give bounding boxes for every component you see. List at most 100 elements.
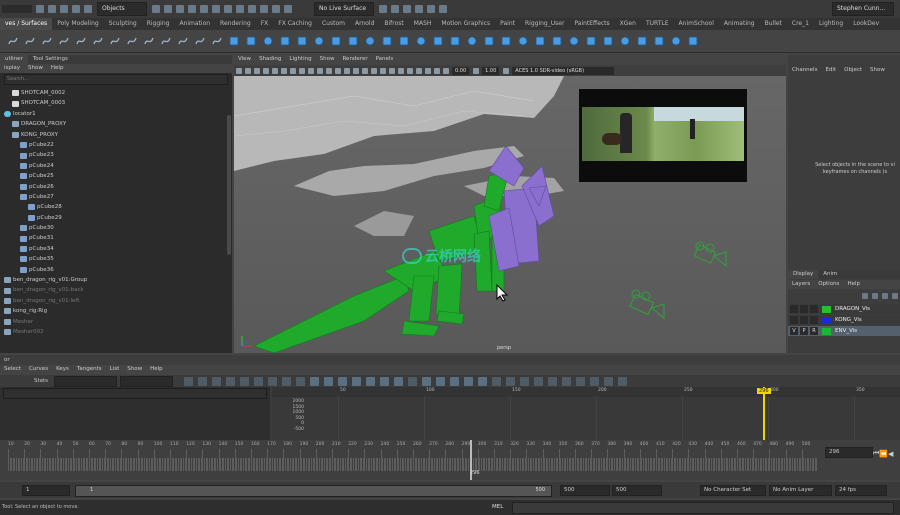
project-curve-icon[interactable]	[483, 35, 495, 47]
nurbs-torus-icon[interactable]	[313, 35, 325, 47]
reverse-icon[interactable]	[670, 35, 682, 47]
denormalize-icon[interactable]	[519, 376, 529, 386]
outliner-item[interactable]: ben_dragon_rig_v01:back	[0, 285, 232, 295]
shelf-tab[interactable]: Arnold	[350, 18, 379, 30]
outliner-item[interactable]: pCube27	[0, 192, 232, 202]
shelf-tab[interactable]: FX Caching	[273, 18, 317, 30]
normalize-icon[interactable]	[505, 376, 515, 386]
outliner-item[interactable]: pCube36	[0, 265, 232, 275]
align-icon[interactable]	[568, 35, 580, 47]
hypershade-icon[interactable]	[415, 5, 423, 13]
outliner-item[interactable]: pCube35	[0, 254, 232, 264]
shelf-tab[interactable]: Cre_1	[787, 18, 814, 30]
shelf-tab[interactable]: FX	[256, 18, 274, 30]
snap-view-icon[interactable]	[224, 5, 232, 13]
snap-curve-icon[interactable]	[200, 5, 208, 13]
nurbs-cylinder-icon[interactable]	[262, 35, 274, 47]
shadows-icon[interactable]	[379, 67, 386, 74]
history-icon[interactable]	[248, 5, 256, 13]
camera-attributes-icon[interactable]	[244, 67, 251, 74]
shelf-tab[interactable]: Paint	[495, 18, 520, 30]
step-tangent-icon[interactable]	[379, 376, 389, 386]
shelf-tab[interactable]: TURTLE	[641, 18, 674, 30]
trax-icon[interactable]	[617, 376, 627, 386]
snap-grid-icon[interactable]	[188, 5, 196, 13]
menu-object[interactable]: Object	[840, 66, 866, 75]
frame-all-icon[interactable]	[253, 376, 263, 386]
curve-tool-icon[interactable]	[58, 35, 70, 47]
curve-tool-icon[interactable]	[160, 35, 172, 47]
field-chart-icon[interactable]	[307, 67, 314, 74]
spline-tangent-icon[interactable]	[323, 376, 333, 386]
curve-tool-icon[interactable]	[41, 35, 53, 47]
offset-icon[interactable]	[636, 35, 648, 47]
graph-menu-item[interactable]: Select	[0, 365, 25, 375]
outliner-item[interactable]: pCube28	[0, 202, 232, 212]
outliner-item[interactable]: pCube30	[0, 223, 232, 233]
curve-tool-icon[interactable]	[126, 35, 138, 47]
unify-tangent-icon[interactable]	[435, 376, 445, 386]
shelf-tab[interactable]: AnimSchool	[674, 18, 719, 30]
select-object-icon[interactable]	[164, 5, 172, 13]
outliner-item[interactable]: pCube29	[0, 213, 232, 223]
linear-tangent-icon[interactable]	[351, 376, 361, 386]
step-back-icon[interactable]: ⏪	[879, 450, 888, 458]
graph-menu-item[interactable]: Curves	[25, 365, 52, 375]
outliner-item[interactable]: pCube24	[0, 161, 232, 171]
menu-panels[interactable]: Panels	[372, 55, 398, 65]
layer-p-toggle[interactable]: P	[800, 327, 808, 335]
outliner-item[interactable]: Mesher002	[0, 327, 232, 337]
redo-icon[interactable]	[84, 5, 92, 13]
render-frame-icon[interactable]	[379, 5, 387, 13]
layer-p-toggle[interactable]	[800, 316, 808, 324]
gate-mask-icon[interactable]	[298, 67, 305, 74]
outliner-item[interactable]: pCube22	[0, 140, 232, 150]
menu-display[interactable]: isplay	[0, 64, 24, 73]
buffer-curve-icon[interactable]	[407, 376, 417, 386]
extend-icon[interactable]	[619, 35, 631, 47]
wireframe-icon[interactable]	[334, 67, 341, 74]
frame-playback-icon[interactable]	[281, 376, 291, 386]
birail-icon[interactable]	[398, 35, 410, 47]
open-close-icon[interactable]	[585, 35, 597, 47]
shelf-tab[interactable]: Lighting	[814, 18, 848, 30]
clamped-tangent-icon[interactable]	[337, 376, 347, 386]
retime-icon[interactable]	[239, 376, 249, 386]
nurbs-plane-icon[interactable]	[296, 35, 308, 47]
input-ops-icon[interactable]	[260, 5, 268, 13]
lattice-deform-icon[interactable]	[211, 376, 221, 386]
menu-show[interactable]: Show	[316, 55, 339, 65]
selection-mode-dropdown[interactable]: Objects	[97, 2, 147, 16]
bookmark-icon[interactable]	[253, 67, 260, 74]
shelf-tab[interactable]: Rigging	[142, 18, 175, 30]
menu-set-icon[interactable]	[2, 5, 32, 13]
outliner-item[interactable]: DRAGON_PROXY	[0, 119, 232, 129]
curve-tool-icon[interactable]	[109, 35, 121, 47]
outliner-item[interactable]: pCube34	[0, 244, 232, 254]
stats-value-field[interactable]	[120, 375, 174, 387]
nurbs-circle-icon[interactable]	[7, 35, 19, 47]
range-bar[interactable]: 1 500	[75, 485, 552, 497]
stacked-icon[interactable]	[575, 376, 585, 386]
mel-label[interactable]: MEL	[492, 504, 503, 510]
safe-title-icon[interactable]	[325, 67, 332, 74]
weighted-tangent-icon[interactable]	[477, 376, 487, 386]
graph-menu-item[interactable]: List	[106, 365, 124, 375]
play-back-icon[interactable]: ◀	[888, 450, 893, 458]
pre-infinity-icon[interactable]	[533, 376, 543, 386]
shelf-tab[interactable]: Bifrost	[379, 18, 408, 30]
tab-tool-settings[interactable]: Tool Settings	[28, 55, 73, 64]
xray-icon[interactable]	[424, 67, 431, 74]
outliner-item[interactable]: pCube26	[0, 182, 232, 192]
snap-point-icon[interactable]	[212, 5, 220, 13]
outliner-item[interactable]: Mesher	[0, 317, 232, 327]
graph-menu-item[interactable]: Keys	[52, 365, 73, 375]
menu-show[interactable]: Show	[24, 64, 47, 73]
open-scene-icon[interactable]	[48, 5, 56, 13]
safe-action-icon[interactable]	[316, 67, 323, 74]
untrim-icon[interactable]	[517, 35, 529, 47]
shelf-tab[interactable]: Motion Graphics	[436, 18, 495, 30]
ghost-icon[interactable]	[589, 376, 599, 386]
menu-view[interactable]: View	[234, 55, 255, 65]
outliner-item[interactable]: pCube25	[0, 171, 232, 181]
